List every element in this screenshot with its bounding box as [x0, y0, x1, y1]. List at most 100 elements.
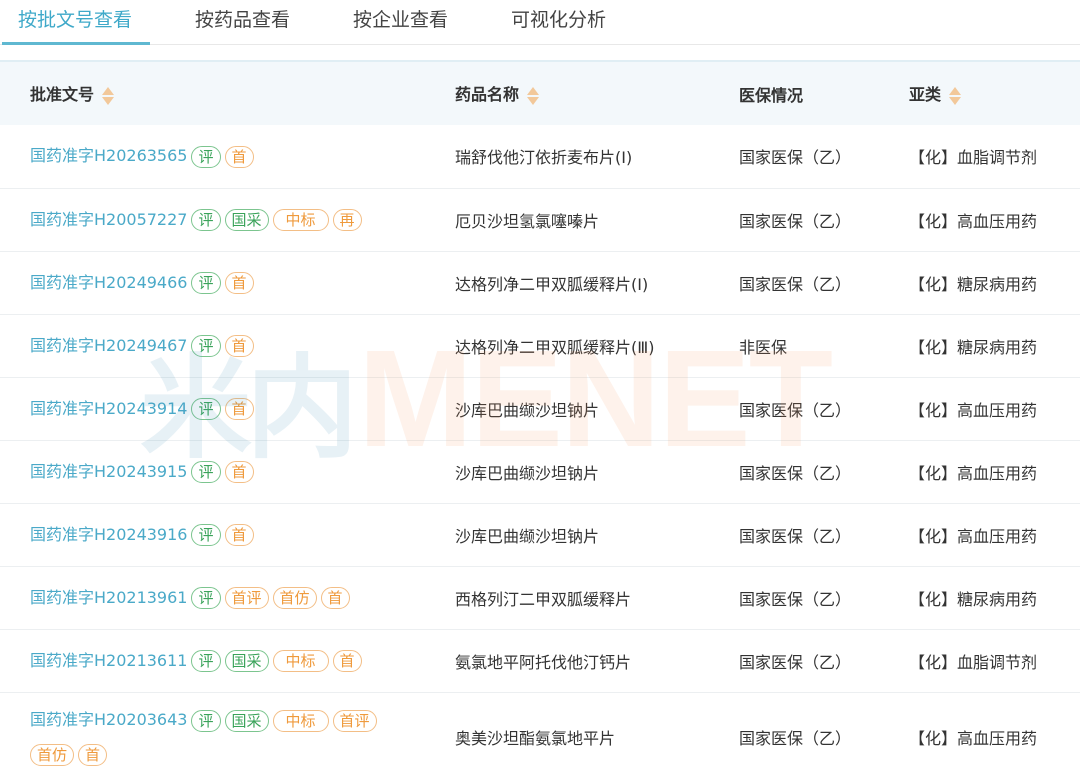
approval-cell: 国药准字H20243916 评首 [0, 503, 425, 566]
column-header-drug[interactable]: 药品名称 [425, 61, 709, 125]
tag-badge: 首 [224, 272, 254, 294]
tag-badge: 中标 [272, 709, 329, 732]
tag-badge: 首 [320, 587, 350, 609]
tag-badge: 评 [191, 398, 221, 420]
insurance-cell: 国家医保（乙） [739, 463, 852, 483]
approval-cell: 国药准字H20243914 评首 [0, 377, 425, 440]
insurance-cell: 国家医保（乙） [739, 652, 852, 672]
sort-icon[interactable] [949, 86, 962, 106]
approval-cell: 国药准字H20243915 评首 [0, 440, 425, 503]
drug-name-cell: 厄贝沙坦氢氯噻嗪片 [455, 211, 600, 231]
tag-badge: 首评 [332, 709, 377, 732]
approval-number-link[interactable]: 国药准字H20203643 [30, 710, 187, 729]
tag-badge: 首 [224, 145, 254, 168]
tag-badge: 首仿 [272, 587, 317, 609]
table-row[interactable]: 国药准字H20213611 评国采 中标首 氨氯地平阿托伐他汀钙片 国家医保（乙） 【化】… [0, 629, 1080, 692]
table-header: 批准文号 药品名称 医保情况 亚类 [0, 61, 1080, 125]
insurance-cell: 国家医保（乙） [739, 729, 852, 748]
tag-badge: 国采 [224, 709, 269, 732]
approval-cell: 国药准字H20057227 评国采 中标再 [0, 188, 425, 251]
tag-badge: 首 [78, 743, 108, 766]
column-header-insurance: 医保情况 [739, 85, 804, 105]
tag-badge: 评 [191, 272, 221, 294]
table-row[interactable]: 国药准字H20057227 评国采 中标再 厄贝沙坦氢氯噻嗪片 国家医保（乙） 【化】高血… [0, 188, 1080, 251]
table-row[interactable]: 国药准字H20249467 评首 达格列净二甲双胍缓释片(Ⅲ) 非医保 【化】糖尿病用药 [0, 314, 1080, 377]
category-cell: 【化】糖尿病用药 [909, 589, 1038, 609]
tag-badge: 再 [332, 209, 362, 231]
table-row[interactable]: 国药准字H20263565 评首 瑞舒伐他汀依折麦布片(Ⅰ) 国家医保（乙） 【化】血脂… [0, 125, 1080, 188]
approval-number-link[interactable]: 国药准字H20243916 [30, 525, 187, 544]
tag-badge: 首 [224, 461, 254, 483]
insurance-cell: 国家医保（乙） [739, 148, 852, 168]
approval-cell: 国药准字H20213611 评国采 中标首 [0, 629, 425, 692]
sort-icon[interactable] [527, 86, 540, 106]
category-cell: 【化】高血压用药 [909, 729, 1038, 748]
tab-2[interactable]: 按企业查看 [335, 0, 466, 44]
tag-badge: 首评 [224, 587, 269, 609]
approval-number-link[interactable]: 国药准字H20249466 [30, 273, 187, 292]
insurance-cell: 非医保 [739, 337, 788, 357]
category-cell: 【化】血脂调节剂 [909, 652, 1038, 672]
approval-cell: 国药准字H20263565 评首 [0, 125, 425, 188]
table-row[interactable]: 国药准字H20203643 评国采 中标 首评首仿首 奥美沙坦酯氨氯地平片 国家医保（乙）… [0, 692, 1080, 778]
tag-badge: 首 [332, 650, 362, 672]
table-row[interactable]: 国药准字H20249466 评首 达格列净二甲双胍缓释片(Ⅰ) 国家医保（乙） 【化】糖… [0, 251, 1080, 314]
tag-badge: 评 [191, 524, 221, 546]
tag-badge: 评 [191, 335, 221, 357]
tag-badge: 评 [191, 461, 221, 483]
approval-number-link[interactable]: 国药准字H20263565 [30, 146, 187, 165]
tab-0[interactable]: 按批文号查看 [0, 0, 151, 45]
tag-badge: 首 [224, 524, 254, 546]
column-header-approval[interactable]: 批准文号 [0, 61, 425, 125]
tag-badge: 首 [224, 335, 254, 357]
approval-cell: 国药准字H20203643 评国采 中标 首评首仿首 [0, 692, 425, 778]
insurance-cell: 国家医保（乙） [739, 400, 852, 420]
insurance-cell: 国家医保（乙） [739, 211, 852, 231]
drug-name-cell: 瑞舒伐他汀依折麦布片(Ⅰ) [455, 148, 633, 168]
view-tabs: 按批文号查看 按药品查看 按企业查看 可视化分析 [0, 0, 1080, 45]
table-row[interactable]: 国药准字H20243915 评首 沙库巴曲缬沙坦钠片 国家医保（乙） 【化】高血压用药 [0, 440, 1080, 503]
approval-number-link[interactable]: 国药准字H20213611 [30, 651, 187, 670]
approval-number-link[interactable]: 国药准字H20243914 [30, 399, 187, 418]
tab-3[interactable]: 可视化分析 [493, 0, 624, 44]
tab-1[interactable]: 按药品查看 [177, 0, 308, 44]
tag-badge: 评 [191, 209, 221, 231]
tag-badge: 首 [224, 398, 254, 420]
category-cell: 【化】糖尿病用药 [909, 337, 1038, 357]
category-cell: 【化】高血压用药 [909, 211, 1038, 231]
drug-name-cell: 沙库巴曲缬沙坦钠片 [455, 463, 600, 483]
tag-badge: 中标 [272, 650, 329, 672]
approval-number-link[interactable]: 国药准字H20249467 [30, 336, 187, 355]
table-row[interactable]: 国药准字H20243916 评首 沙库巴曲缬沙坦钠片 国家医保（乙） 【化】高血压用药 [0, 503, 1080, 566]
tag-badge: 中标 [272, 209, 329, 231]
tag-badge: 评 [191, 650, 221, 672]
drug-name-cell: 达格列净二甲双胍缓释片(Ⅰ) [455, 274, 649, 294]
insurance-cell: 国家医保（乙） [739, 526, 852, 546]
table-row[interactable]: 国药准字H20243914 评首 沙库巴曲缬沙坦钠片 国家医保（乙） 【化】高血压用药 [0, 377, 1080, 440]
approval-table: 批准文号 药品名称 医保情况 亚类 国药准字H20263565 评首瑞舒伐他汀依折… [0, 60, 1080, 778]
category-cell: 【化】高血压用药 [909, 400, 1038, 420]
approval-number-link[interactable]: 国药准字H20213961 [30, 588, 187, 607]
tag-badge: 国采 [224, 650, 269, 672]
category-cell: 【化】血脂调节剂 [909, 148, 1038, 168]
approval-cell: 国药准字H20249467 评首 [0, 314, 425, 377]
approval-number-link[interactable]: 国药准字H20243915 [30, 462, 187, 481]
tag-badge: 首仿 [30, 743, 75, 766]
approval-cell: 国药准字H20249466 评首 [0, 251, 425, 314]
category-cell: 【化】糖尿病用药 [909, 274, 1038, 294]
tag-badge: 评 [191, 587, 221, 609]
table-row[interactable]: 国药准字H20213961 评首评 首仿首 西格列汀二甲双胍缓释片 国家医保（乙） 【化】… [0, 566, 1080, 629]
sort-icon[interactable] [102, 86, 115, 106]
approval-number-link[interactable]: 国药准字H20057227 [30, 210, 187, 229]
insurance-cell: 国家医保（乙） [739, 589, 852, 609]
drug-name-cell: 沙库巴曲缬沙坦钠片 [455, 400, 600, 420]
drug-name-cell: 达格列净二甲双胍缓释片(Ⅲ) [455, 337, 655, 357]
drug-name-cell: 西格列汀二甲双胍缓释片 [455, 589, 632, 609]
approval-cell: 国药准字H20213961 评首评 首仿首 [0, 566, 425, 629]
drug-name-cell: 沙库巴曲缬沙坦钠片 [455, 526, 600, 546]
column-header-category[interactable]: 亚类 [879, 61, 1080, 125]
category-cell: 【化】高血压用药 [909, 463, 1038, 483]
category-cell: 【化】高血压用药 [909, 526, 1038, 546]
drug-name-cell: 奥美沙坦酯氨氯地平片 [455, 729, 616, 748]
tag-badge: 国采 [224, 209, 269, 231]
